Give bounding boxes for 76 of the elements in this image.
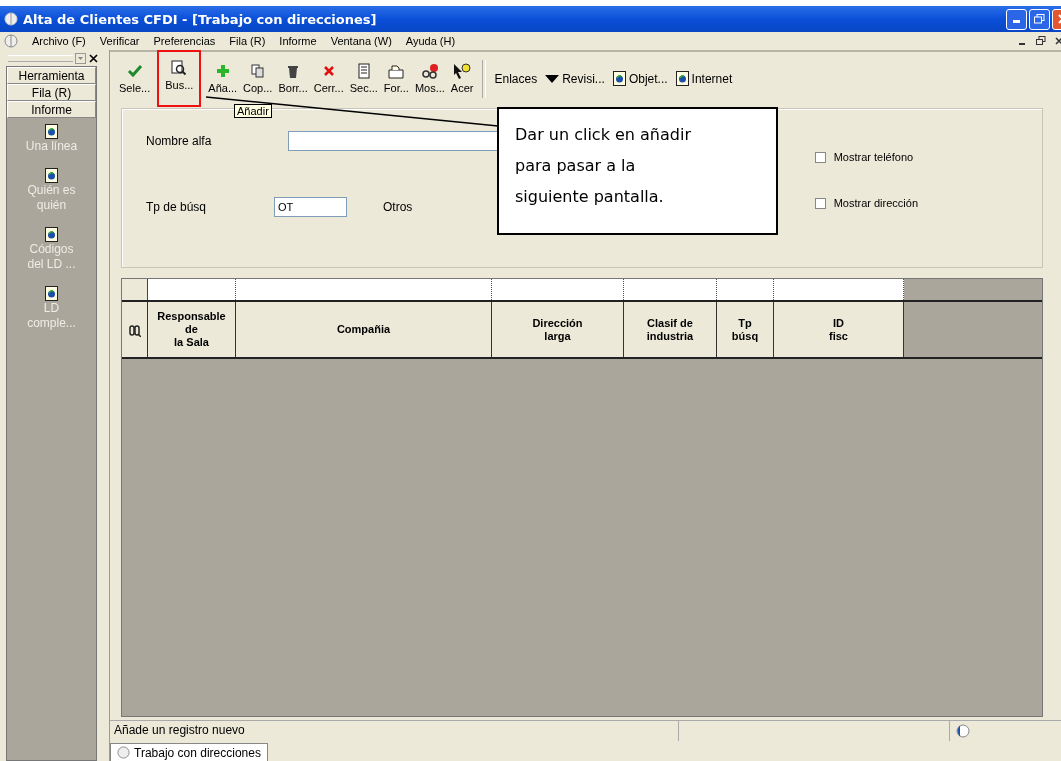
glasses-icon	[420, 63, 439, 79]
checkmark-icon	[126, 63, 143, 79]
minimize-button[interactable]	[1006, 8, 1027, 30]
globe-icon	[956, 724, 970, 738]
column-header[interactable]: Dirección larga	[492, 302, 624, 357]
filter-field[interactable]	[717, 279, 774, 300]
column-header[interactable]: ID fisc	[774, 302, 904, 357]
filter-field[interactable]	[624, 279, 717, 300]
filter-field[interactable]	[148, 279, 236, 300]
restore-button[interactable]	[1029, 8, 1050, 30]
column-header[interactable]: Tp búsq	[717, 302, 774, 357]
column-header[interactable]: Responsable de la Sala	[148, 302, 236, 357]
filter-field[interactable]	[236, 279, 492, 300]
tooltip: Añadir	[234, 104, 272, 118]
field-description: Otros	[383, 200, 413, 214]
document-icon	[355, 63, 372, 79]
status-message: Añade un registro nuevo	[110, 721, 679, 741]
toolbar-button[interactable]: Aña...	[205, 61, 241, 96]
column-header[interactable]: Clasif de industria	[624, 302, 717, 357]
document-globe-icon	[45, 124, 58, 139]
menu-item[interactable]: Fila (R)	[229, 35, 266, 47]
globe-icon	[4, 12, 18, 26]
checkbox-label: Mostrar dirección	[833, 197, 918, 209]
field-label: Tp de búsq	[146, 200, 208, 214]
field-label: Nombre alfa	[146, 134, 213, 148]
restore-button[interactable]	[1035, 35, 1047, 47]
toolbar-button[interactable]: For...	[380, 61, 412, 96]
grid-corner-cell	[122, 279, 148, 300]
callout-box: Dar un click en añadir para pasar a la siguiente pantalla.	[497, 107, 778, 235]
links-label: Enlaces	[493, 71, 539, 86]
filter-field[interactable]	[492, 279, 624, 300]
magnifier-icon	[171, 60, 188, 76]
column-header[interactable]: Compañia	[236, 302, 492, 357]
menu-item[interactable]: Archivo (F)	[32, 35, 86, 47]
checkbox-label: Mostrar teléfono	[833, 151, 914, 163]
document-globe-icon	[675, 71, 689, 86]
window-title: Alta de Clientes CFDI - [Trabajo con direcciones]	[23, 11, 378, 27]
toolbar-button[interactable]: Cop...	[240, 61, 276, 96]
document-tab[interactable]: Trabajo con direcciones	[110, 743, 268, 761]
menu-item[interactable]: Informe	[279, 35, 317, 47]
folder-icon	[388, 63, 405, 79]
menu-item[interactable]: Preferencias	[153, 35, 216, 47]
help-pointer-icon	[453, 63, 472, 79]
copy-icon	[249, 63, 266, 79]
toolbar-button[interactable]: Cerr...	[310, 61, 347, 96]
side-panel-button[interactable]: Informe	[7, 101, 96, 118]
link-button[interactable]: Objet...	[610, 71, 674, 86]
checkbox[interactable]	[814, 197, 826, 209]
document-globe-icon	[612, 71, 626, 86]
checkbox[interactable]	[814, 151, 826, 163]
document-globe-icon	[45, 168, 58, 183]
menu-item[interactable]: Ayuda (H)	[405, 35, 456, 47]
link-button[interactable]: Internet	[673, 71, 739, 86]
menu-item[interactable]: Ventana (W)	[330, 35, 392, 47]
document-globe-icon	[45, 286, 58, 301]
globe-icon	[117, 746, 130, 759]
side-panel-button[interactable]: Herramienta	[7, 67, 96, 84]
document-globe-icon	[45, 227, 58, 242]
close-icon[interactable]	[88, 52, 99, 64]
plus-icon	[214, 63, 231, 79]
input-field[interactable]: OT	[274, 197, 347, 217]
globe-icon	[4, 34, 18, 48]
toolbar-button[interactable]: Borr...	[275, 61, 311, 96]
gripper-handle[interactable]	[8, 54, 73, 62]
restore-icon	[1034, 14, 1045, 24]
toolbar-button[interactable]: Acer	[447, 61, 477, 96]
side-panel-button[interactable]: Fila (R)	[7, 84, 96, 101]
binoculars-icon	[128, 322, 141, 337]
caret-icon	[545, 74, 560, 83]
toolbar-button[interactable]: Sele...	[116, 61, 154, 96]
menu-item[interactable]: Verificar	[99, 35, 140, 47]
filter-field[interactable]	[774, 279, 904, 300]
toolbar-button[interactable]: Bus...	[159, 52, 200, 105]
toolbar-button[interactable]: Mos...	[411, 61, 448, 96]
toolbar-button[interactable]: Sec...	[346, 61, 381, 96]
link-button[interactable]: Revisi...	[543, 71, 611, 86]
